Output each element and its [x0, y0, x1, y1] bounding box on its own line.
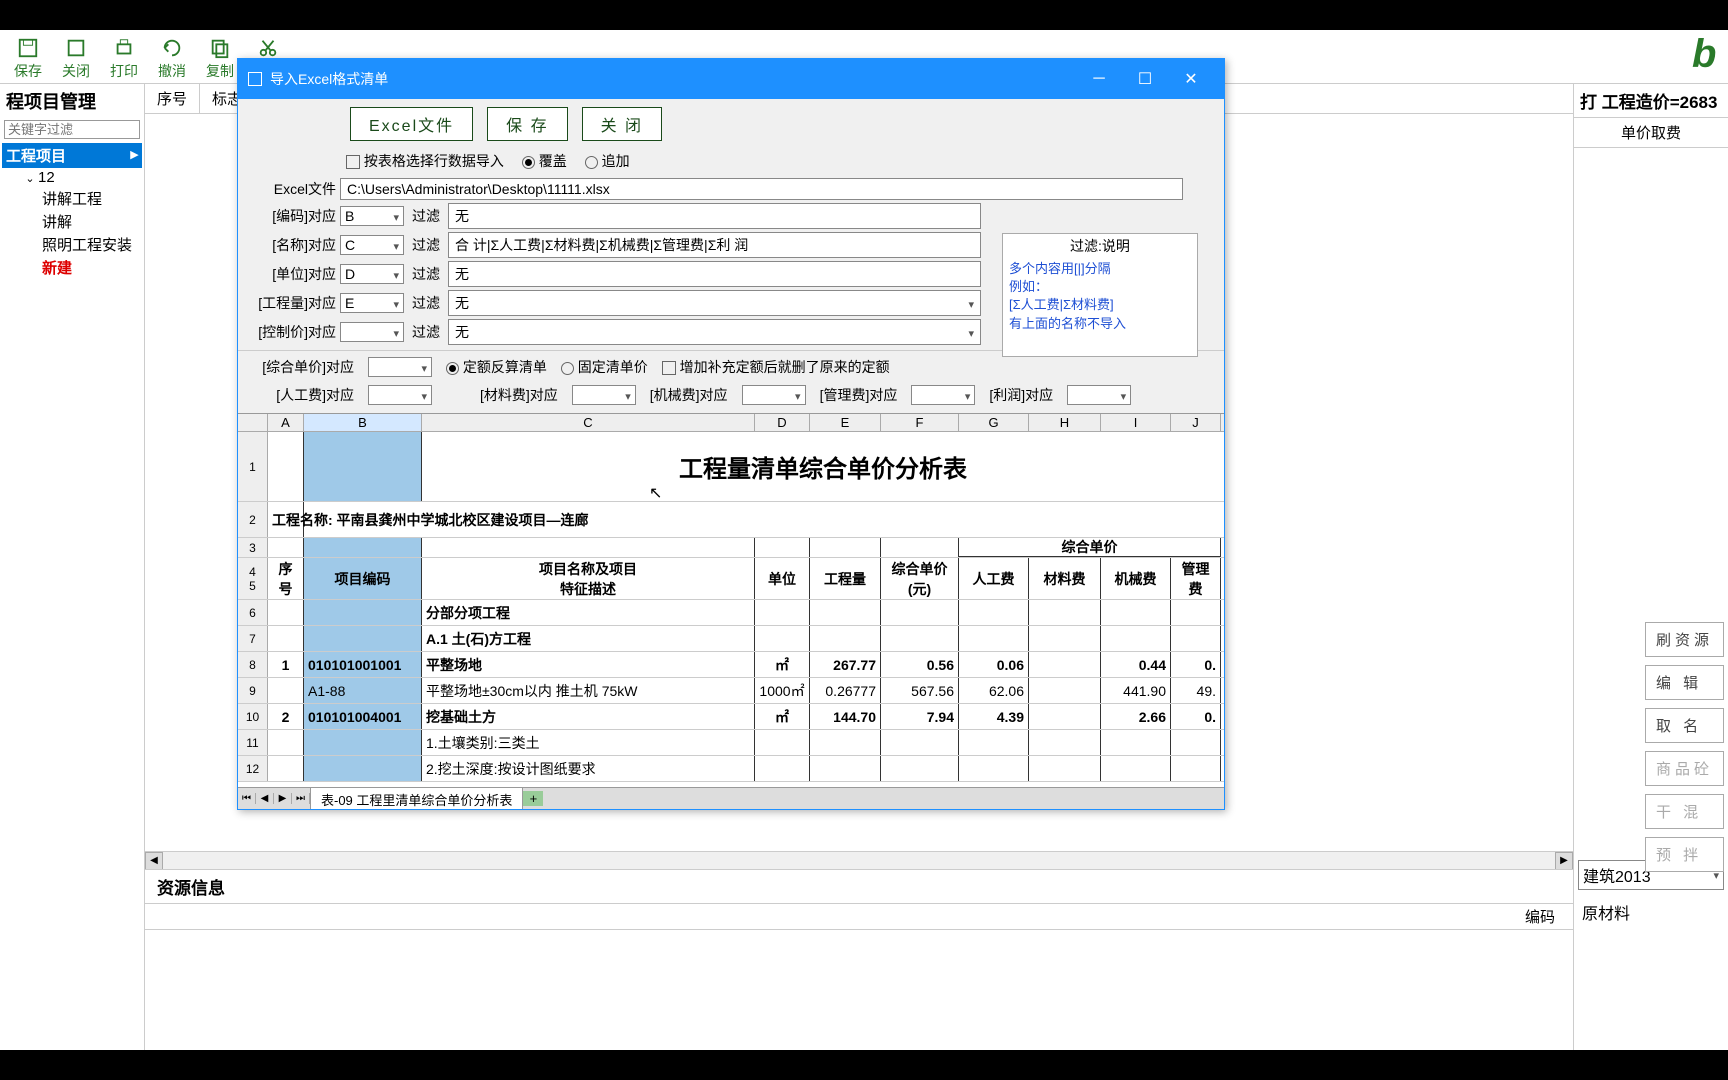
resource-info-title: 资源信息 — [145, 870, 1573, 903]
col-header[interactable]: F — [881, 414, 959, 431]
sheet-preview[interactable]: A B C D E F G H I J 1 工程量清单综合单价分析表 2 工程名… — [238, 413, 1224, 809]
tree-item[interactable]: 讲解工程 — [38, 187, 142, 210]
refresh-res-button[interactable]: 刷资源 — [1645, 622, 1724, 657]
tab-prev-icon[interactable]: ◀ — [256, 793, 274, 804]
unit-filter-input[interactable]: 无 — [448, 261, 981, 287]
col-header[interactable]: I — [1101, 414, 1171, 431]
by-format-checkbox[interactable]: 按表格选择行数据导入 — [346, 151, 504, 171]
overwrite-radio[interactable]: 覆盖 — [522, 151, 567, 171]
price-fee-header: 单价取费 — [1574, 117, 1728, 148]
comp-price-label: [综合单价]对应 — [254, 357, 354, 377]
save-button[interactable]: 保存 — [4, 37, 52, 81]
sheet-title: 工程量清单综合单价分析表 — [422, 432, 1224, 501]
file-path-input[interactable]: C:\Users\Administrator\Desktop\11111.xls… — [340, 178, 1183, 200]
h-scrollbar[interactable]: ◀ ▶ — [145, 851, 1573, 869]
labor-select[interactable] — [368, 385, 432, 405]
qty-map-select[interactable]: E — [340, 293, 404, 313]
minimize-button[interactable]: ─ — [1076, 65, 1122, 93]
col-header[interactable]: D — [755, 414, 810, 431]
scroll-right-icon[interactable]: ▶ — [1555, 852, 1573, 870]
dialog-titlebar[interactable]: 导入Excel格式清单 ─ ☐ ✕ — [238, 59, 1224, 99]
save-button[interactable]: 保 存 — [487, 107, 567, 141]
undo-button[interactable]: 撤消 — [148, 37, 196, 81]
name-map-label: [名称]对应 — [254, 235, 340, 255]
tree-item[interactable]: 照明工程安装 — [38, 233, 142, 256]
project-tree[interactable]: 工程项目▸ ⌄12 讲解工程 讲解 照明工程安装 新建 — [0, 141, 144, 1080]
tree-root[interactable]: 工程项目▸ — [2, 143, 142, 168]
excel-file-button[interactable]: Excel文件 — [350, 107, 473, 141]
ctrl-map-label: [控制价]对应 — [254, 322, 340, 342]
mat-label: [材料费]对应 — [480, 385, 558, 405]
unit-map-label: [单位]对应 — [254, 264, 340, 284]
import-excel-dialog: 导入Excel格式清单 ─ ☐ ✕ Excel文件 保 存 关 闭 按表格选择行… — [237, 58, 1225, 810]
tab-next-icon[interactable]: ▶ — [274, 793, 292, 804]
comp-price-select[interactable] — [368, 357, 432, 377]
tree-item-new[interactable]: 新建 — [38, 256, 142, 279]
right-panel: 打 工程造价=2683 单价取费 建筑2013 原材料 — [1573, 84, 1728, 1080]
premix-button[interactable]: 预 拌 — [1645, 837, 1724, 872]
profit-select[interactable] — [1067, 385, 1131, 405]
col-header[interactable]: J — [1171, 414, 1221, 431]
col-header[interactable]: G — [959, 414, 1029, 431]
close-button[interactable]: ✕ — [1168, 65, 1214, 93]
mgmt-label: [管理费]对应 — [820, 385, 898, 405]
concrete-button[interactable]: 商品砼 — [1645, 751, 1724, 786]
raw-material-label: 原材料 — [1574, 894, 1728, 930]
quota-radio[interactable]: 定额反算清单 — [446, 357, 547, 377]
col-header[interactable]: C — [422, 414, 755, 431]
qty-filter-select[interactable]: 无 — [448, 290, 981, 316]
tab-first-icon[interactable]: ⏮ — [238, 793, 256, 804]
tab-last-icon[interactable]: ⏭ — [292, 793, 310, 804]
fixed-radio[interactable]: 固定清单价 — [561, 357, 648, 377]
app-logo: b — [1692, 32, 1728, 82]
col-corner[interactable] — [238, 414, 268, 431]
left-panel: 程项目管理 工程项目▸ ⌄12 讲解工程 讲解 照明工程安装 新建 — [0, 84, 145, 1080]
tree-item[interactable]: ⌄12 — [20, 168, 142, 187]
side-buttons: 刷资源 编 辑 取 名 商品砼 干 混 预 拌 — [1645, 622, 1724, 872]
name-filter-input[interactable]: 合 计|Σ人工费|Σ材料费|Σ机械费|Σ管理费|Σ利 润 — [448, 232, 981, 258]
qty-map-label: [工程量]对应 — [254, 293, 340, 313]
cost-title: 打 工程造价=2683 — [1574, 84, 1728, 117]
append-radio[interactable]: 追加 — [585, 151, 630, 171]
edit-button[interactable]: 编 辑 — [1645, 665, 1724, 700]
res-col-code: 编码 — [145, 904, 1573, 929]
code-map-label: [编码]对应 — [254, 206, 340, 226]
col-header[interactable]: E — [810, 414, 881, 431]
sheet-tab[interactable]: 表-09 工程里清单综合单价分析表 — [310, 787, 523, 810]
col-header[interactable]: H — [1029, 414, 1101, 431]
mat-select[interactable] — [572, 385, 636, 405]
drymix-button[interactable]: 干 混 — [1645, 794, 1724, 829]
close-button[interactable]: 关闭 — [52, 37, 100, 81]
sheet-body[interactable]: 1 工程量清单综合单价分析表 2 工程名称: 平南县龚州中学城北校区建设项目—连… — [238, 432, 1224, 787]
dialog-title: 导入Excel格式清单 — [270, 69, 1076, 89]
col-header[interactable]: A — [268, 414, 304, 431]
file-label: Excel文件 — [254, 179, 340, 199]
tree-item[interactable]: 讲解 — [38, 210, 142, 233]
print-button[interactable]: 打印 — [100, 37, 148, 81]
code-map-select[interactable]: B — [340, 206, 404, 226]
mach-label: [机械费]对应 — [650, 385, 728, 405]
code-filter-input[interactable]: 无 — [448, 203, 981, 229]
extra-checkbox[interactable]: 增加补充定额后就删了原来的定额 — [662, 357, 890, 377]
ctrl-filter-select[interactable]: 无 — [448, 319, 981, 345]
filter-input[interactable] — [4, 120, 140, 139]
col-header[interactable]: B — [304, 414, 422, 431]
filter-info-box: 过滤:说明 多个内容用[|]分隔 例如： [Σ人工费|Σ材料费] 有上面的名称不… — [1002, 233, 1198, 357]
labor-label: [人工费]对应 — [254, 385, 354, 405]
profit-label: [利润]对应 — [989, 385, 1053, 405]
maximize-button[interactable]: ☐ — [1122, 65, 1168, 93]
ctrl-map-select[interactable] — [340, 322, 404, 342]
rename-button[interactable]: 取 名 — [1645, 708, 1724, 743]
unit-map-select[interactable]: D — [340, 264, 404, 284]
panel-title: 程项目管理 — [0, 84, 144, 118]
close-button[interactable]: 关 闭 — [582, 107, 662, 141]
mach-select[interactable] — [742, 385, 806, 405]
name-map-select[interactable]: C — [340, 235, 404, 255]
col-seq: 序号 — [145, 84, 200, 113]
scroll-left-icon[interactable]: ◀ — [145, 852, 163, 870]
add-tab-icon[interactable]: + — [523, 791, 543, 806]
mgmt-select[interactable] — [911, 385, 975, 405]
dialog-icon — [248, 72, 262, 86]
sheet-tabs: ⏮ ◀ ▶ ⏭ 表-09 工程里清单综合单价分析表 + — [238, 787, 1224, 809]
